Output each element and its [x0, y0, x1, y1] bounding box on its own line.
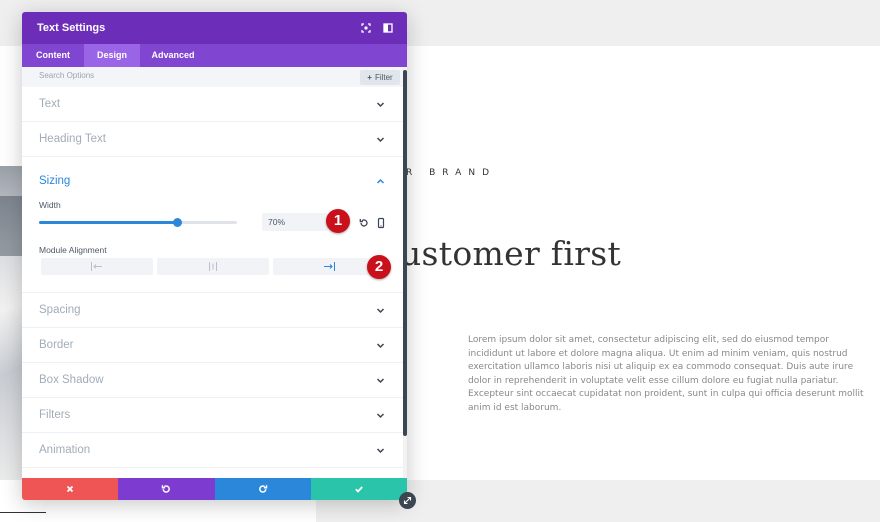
group-filters[interactable]: Filters [22, 398, 403, 433]
chevron-down-icon [376, 413, 385, 419]
chevron-down-icon [376, 343, 385, 349]
chevron-down-icon [376, 378, 385, 384]
width-input[interactable] [262, 213, 328, 231]
hero-photo [0, 166, 24, 480]
group-animation-label: Animation [39, 444, 91, 456]
tab-design[interactable]: Design [84, 44, 140, 67]
page-divider-line [0, 512, 46, 513]
modal-footer [22, 478, 407, 500]
group-box-shadow-label: Box Shadow [39, 374, 104, 386]
resize-icon [403, 496, 412, 505]
modal-tabs: Content Design Advanced [22, 44, 407, 67]
group-box-shadow[interactable]: Box Shadow [22, 363, 403, 398]
modal-title: Text Settings [37, 22, 106, 34]
hero-headline: ustomer first [400, 234, 622, 273]
width-slider-handle[interactable] [173, 218, 183, 227]
width-slider-fill [39, 221, 178, 224]
split-view-icon[interactable] [381, 21, 395, 35]
hero-photo-shade [0, 196, 24, 256]
filter-button-label: Filter [374, 73, 393, 82]
width-slider[interactable] [39, 218, 237, 227]
group-heading-text[interactable]: Heading Text [22, 122, 403, 157]
group-animation[interactable]: Animation [22, 433, 403, 468]
align-left-button[interactable] [41, 258, 153, 275]
modal-header: Text Settings [22, 12, 407, 44]
reset-icon[interactable] [358, 216, 370, 228]
width-label: Width [39, 200, 61, 210]
align-left-icon [91, 262, 102, 271]
redo-button[interactable] [214, 478, 311, 500]
align-center-button[interactable] [157, 258, 269, 275]
brand-eyebrow: R BRAND [406, 168, 496, 178]
annotation-badge-2: 2 [367, 255, 391, 279]
align-right-icon [324, 262, 335, 271]
tab-content[interactable]: Content [22, 44, 84, 67]
save-button[interactable] [310, 478, 407, 500]
chevron-down-icon [376, 102, 385, 108]
group-filters-label: Filters [39, 409, 71, 421]
tab-advanced[interactable]: Advanced [140, 44, 206, 67]
group-border-label: Border [39, 339, 74, 351]
group-sizing-label[interactable]: Sizing [39, 175, 70, 187]
focus-icon[interactable] [359, 21, 373, 35]
chevron-down-icon [376, 137, 385, 143]
x-icon [66, 485, 74, 493]
responsive-phone-icon[interactable] [375, 216, 387, 229]
group-text-label: Text [39, 98, 61, 110]
group-border[interactable]: Border [22, 328, 403, 363]
group-text[interactable]: Text [22, 87, 403, 122]
hero-body-text: Lorem ipsum dolor sit amet, consectetur … [468, 335, 864, 413]
chevron-up-icon[interactable] [376, 177, 385, 186]
search-input[interactable]: Search Options [39, 71, 94, 80]
module-alignment-label: Module Alignment [39, 245, 107, 255]
chevron-down-icon [376, 308, 385, 314]
plus-icon: + [367, 73, 372, 82]
check-icon [354, 486, 363, 493]
undo-button[interactable] [118, 478, 215, 500]
group-heading-text-label: Heading Text [39, 133, 106, 145]
scrollbar-thumb[interactable] [403, 70, 407, 436]
group-spacing-label: Spacing [39, 304, 81, 316]
chevron-down-icon [376, 448, 385, 454]
align-center-icon [209, 262, 217, 271]
redo-icon [258, 485, 267, 493]
undo-icon [162, 485, 171, 493]
text-settings-modal: Text Settings Content Design Advanced Se… [22, 12, 407, 500]
module-alignment-control [41, 258, 385, 275]
search-options-bar[interactable]: Search Options + Filter [22, 67, 403, 87]
filter-button[interactable]: + Filter [360, 70, 400, 85]
annotation-badge-1: 1 [326, 209, 350, 233]
discard-button[interactable] [22, 478, 119, 500]
group-spacing[interactable]: Spacing [22, 293, 403, 328]
resize-handle[interactable] [399, 492, 416, 509]
